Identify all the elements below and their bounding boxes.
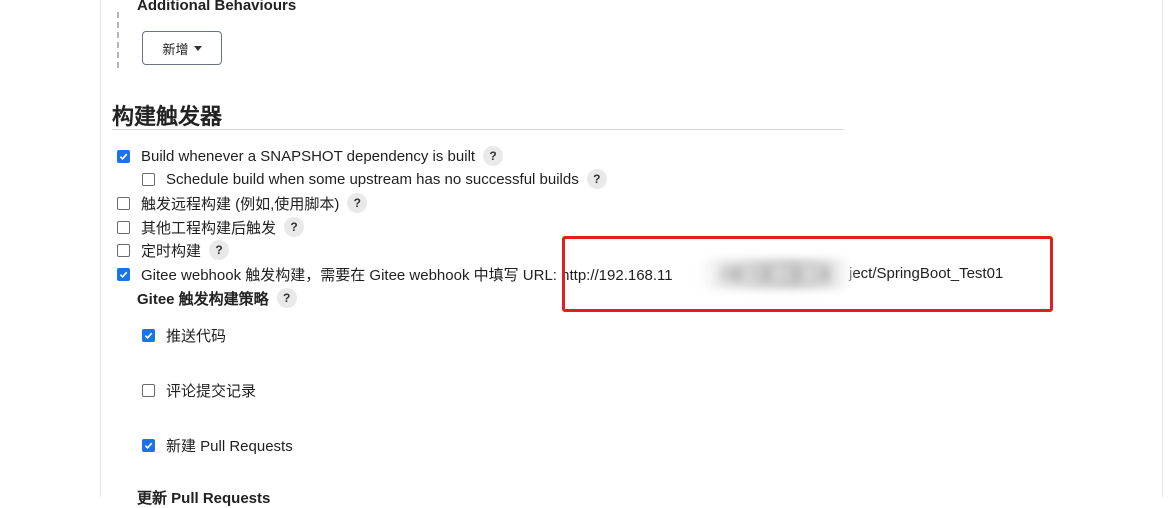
checkbox-schedule-upstream[interactable] (142, 172, 155, 186)
heading-divider (112, 129, 844, 130)
trigger-label: 定时构建 (141, 242, 202, 260)
checkbox-snapshot-dependency[interactable] (117, 149, 130, 163)
help-icon[interactable]: ? (284, 217, 305, 237)
checkbox-remote-build[interactable] (117, 196, 130, 210)
url-highlight-annotation (562, 236, 1053, 312)
trigger-remote-build: 触发远程构建 (例如,使用脚本) ? (117, 192, 368, 214)
trigger-periodic-build: 定时构建 ? (117, 239, 230, 261)
help-icon[interactable]: ? (483, 146, 504, 166)
checkbox-new-pull-requests[interactable] (142, 438, 155, 452)
checkbox-push-code[interactable] (142, 328, 155, 342)
checkmark-icon (144, 442, 153, 449)
trigger-label: 触发远程构建 (例如,使用脚本) (141, 195, 340, 213)
strategy-push-code: 推送代码 (142, 324, 226, 346)
checkmark-icon (144, 332, 153, 339)
additional-behaviours-title: Additional Behaviours (137, 0, 297, 14)
trigger-label: Build whenever a SNAPSHOT dependency is … (141, 147, 476, 165)
add-button-label: 新增 (162, 41, 189, 57)
strategy-label: 新建 Pull Requests (166, 437, 293, 455)
checkbox-periodic-build[interactable] (117, 243, 130, 257)
help-icon[interactable]: ? (209, 240, 230, 260)
checkbox-after-other-projects[interactable] (117, 220, 130, 234)
form-left-border (100, 0, 101, 497)
caret-down-icon (193, 45, 202, 51)
strategy-label: 推送代码 (166, 327, 227, 345)
strategy-new-pull-requests: 新建 Pull Requests (142, 434, 293, 456)
strategy-comment-commit: 评论提交记录 (142, 379, 256, 401)
trigger-after-other-projects: 其他工程构建后触发 ? (117, 216, 305, 238)
checkbox-gitee-webhook[interactable] (117, 267, 130, 281)
checkmark-icon (119, 271, 128, 278)
help-icon[interactable]: ? (276, 288, 297, 308)
section-dashed-indent (117, 12, 119, 68)
build-triggers-heading: 构建触发器 (112, 104, 223, 129)
form-right-border (1162, 0, 1163, 497)
trigger-label: 其他工程构建后触发 (141, 219, 277, 237)
gitee-strategy-title: Gitee 触发构建策略 ? (137, 287, 297, 309)
trigger-snapshot-dependency: Build whenever a SNAPSHOT dependency is … (117, 145, 504, 167)
checkbox-comment-commit[interactable] (142, 383, 155, 397)
help-icon[interactable]: ? (347, 193, 368, 213)
checkmark-icon (119, 153, 128, 160)
add-behaviour-dropdown-button[interactable]: 新增 (142, 31, 222, 65)
strategy-label: 评论提交记录 (166, 382, 257, 400)
trigger-schedule-upstream: Schedule build when some upstream has no… (142, 168, 607, 190)
update-pull-requests-label: 更新 Pull Requests (137, 490, 271, 507)
help-icon[interactable]: ? (586, 169, 607, 189)
gitee-strategy-label: Gitee 触发构建策略 (137, 290, 269, 308)
trigger-label: Schedule build when some upstream has no… (166, 170, 579, 188)
